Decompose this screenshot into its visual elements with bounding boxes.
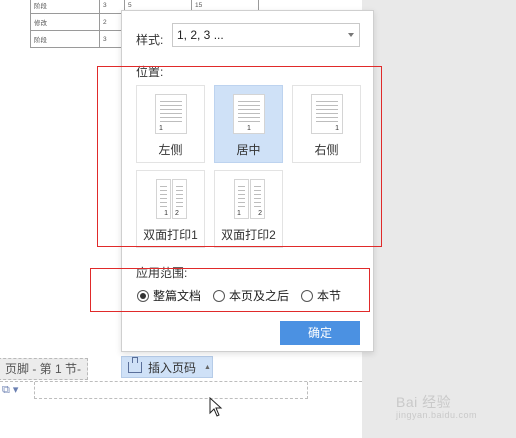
page-preview-icon: 1 xyxy=(234,179,249,219)
radio-icon xyxy=(137,289,149,302)
page-number-icon xyxy=(128,356,142,373)
range-radio-group: 整篇文档 本页及之后 本节 xyxy=(137,287,341,304)
insert-page-number-label: 插入页码 xyxy=(148,360,197,375)
style-select-value: 1, 2, 3 ... xyxy=(177,28,224,42)
position-option-center[interactable]: 1 居中 xyxy=(214,85,283,163)
page-number-mark: 1 xyxy=(237,210,241,217)
page-number-icon[interactable]: ⧉ ▾ xyxy=(2,382,28,398)
insert-page-number-button[interactable]: 插入页码 ▲ xyxy=(121,356,213,378)
radio-label: 本节 xyxy=(317,289,342,303)
table-cell[interactable]: 阶段 xyxy=(30,30,100,48)
position-option-label: 左侧 xyxy=(158,143,183,157)
radio-icon xyxy=(301,289,314,302)
position-option-duplex-1[interactable]: 1 2 双面打印1 xyxy=(136,170,205,248)
position-option-duplex-2[interactable]: 1 2 双面打印2 xyxy=(214,170,283,248)
chevron-down-icon xyxy=(348,33,354,37)
table-cell[interactable]: 修改 xyxy=(30,13,100,31)
radio-label: 本页及之后 xyxy=(229,289,290,303)
watermark-logo: Bai 经验 jingyan.baidu.com xyxy=(396,392,477,420)
style-select[interactable]: 1, 2, 3 ... xyxy=(172,23,360,47)
page-number-mark: 1 xyxy=(247,125,251,132)
page-preview-icon: 1 xyxy=(156,179,171,219)
table-cell[interactable]: 阶段 xyxy=(30,0,100,14)
watermark-text: Bai 经验 xyxy=(396,394,452,410)
radio-label: 整篇文档 xyxy=(153,289,202,303)
page-preview-icon: 1 xyxy=(155,94,187,134)
page-preview-icon: 2 xyxy=(172,179,187,219)
ok-button[interactable]: 确定 xyxy=(280,321,360,345)
radio-icon xyxy=(213,289,226,302)
position-option-label: 居中 xyxy=(236,143,261,157)
radio-this-page-onward[interactable]: 本页及之后 xyxy=(213,287,289,304)
page-preview-icon: 1 xyxy=(233,94,265,134)
position-option-label: 右侧 xyxy=(314,143,339,157)
position-label: 位置: xyxy=(136,65,164,79)
page-number-mark: 1 xyxy=(159,125,163,132)
position-option-label: 双面打印1 xyxy=(143,228,198,242)
page-preview-icon: 2 xyxy=(250,179,265,219)
radio-whole-document[interactable]: 整篇文档 xyxy=(137,287,201,304)
footer-area[interactable] xyxy=(34,382,308,399)
caret-up-icon: ▲ xyxy=(204,363,211,371)
watermark-sub: jingyan.baidu.com xyxy=(396,410,478,420)
page-number-mark: 2 xyxy=(258,210,262,217)
radio-this-section[interactable]: 本节 xyxy=(301,287,341,304)
page-number-popup: 样式: 1, 2, 3 ... 位置: 1 左侧 1 居中 1 右侧 1 2 双… xyxy=(121,10,374,352)
position-option-left[interactable]: 1 左侧 xyxy=(136,85,205,163)
page-number-mark: 2 xyxy=(175,210,179,217)
mouse-cursor-icon xyxy=(209,397,223,417)
position-option-label: 双面打印2 xyxy=(221,228,276,242)
style-label: 样式: xyxy=(136,33,164,47)
page-number-mark: 1 xyxy=(164,210,168,217)
position-option-right[interactable]: 1 右侧 xyxy=(292,85,361,163)
range-label: 应用范围: xyxy=(136,266,188,280)
footer-section-tag: 页脚 - 第 1 节- xyxy=(0,358,89,380)
page-preview-icon: 1 xyxy=(311,94,343,134)
page-number-mark: 1 xyxy=(335,125,339,132)
